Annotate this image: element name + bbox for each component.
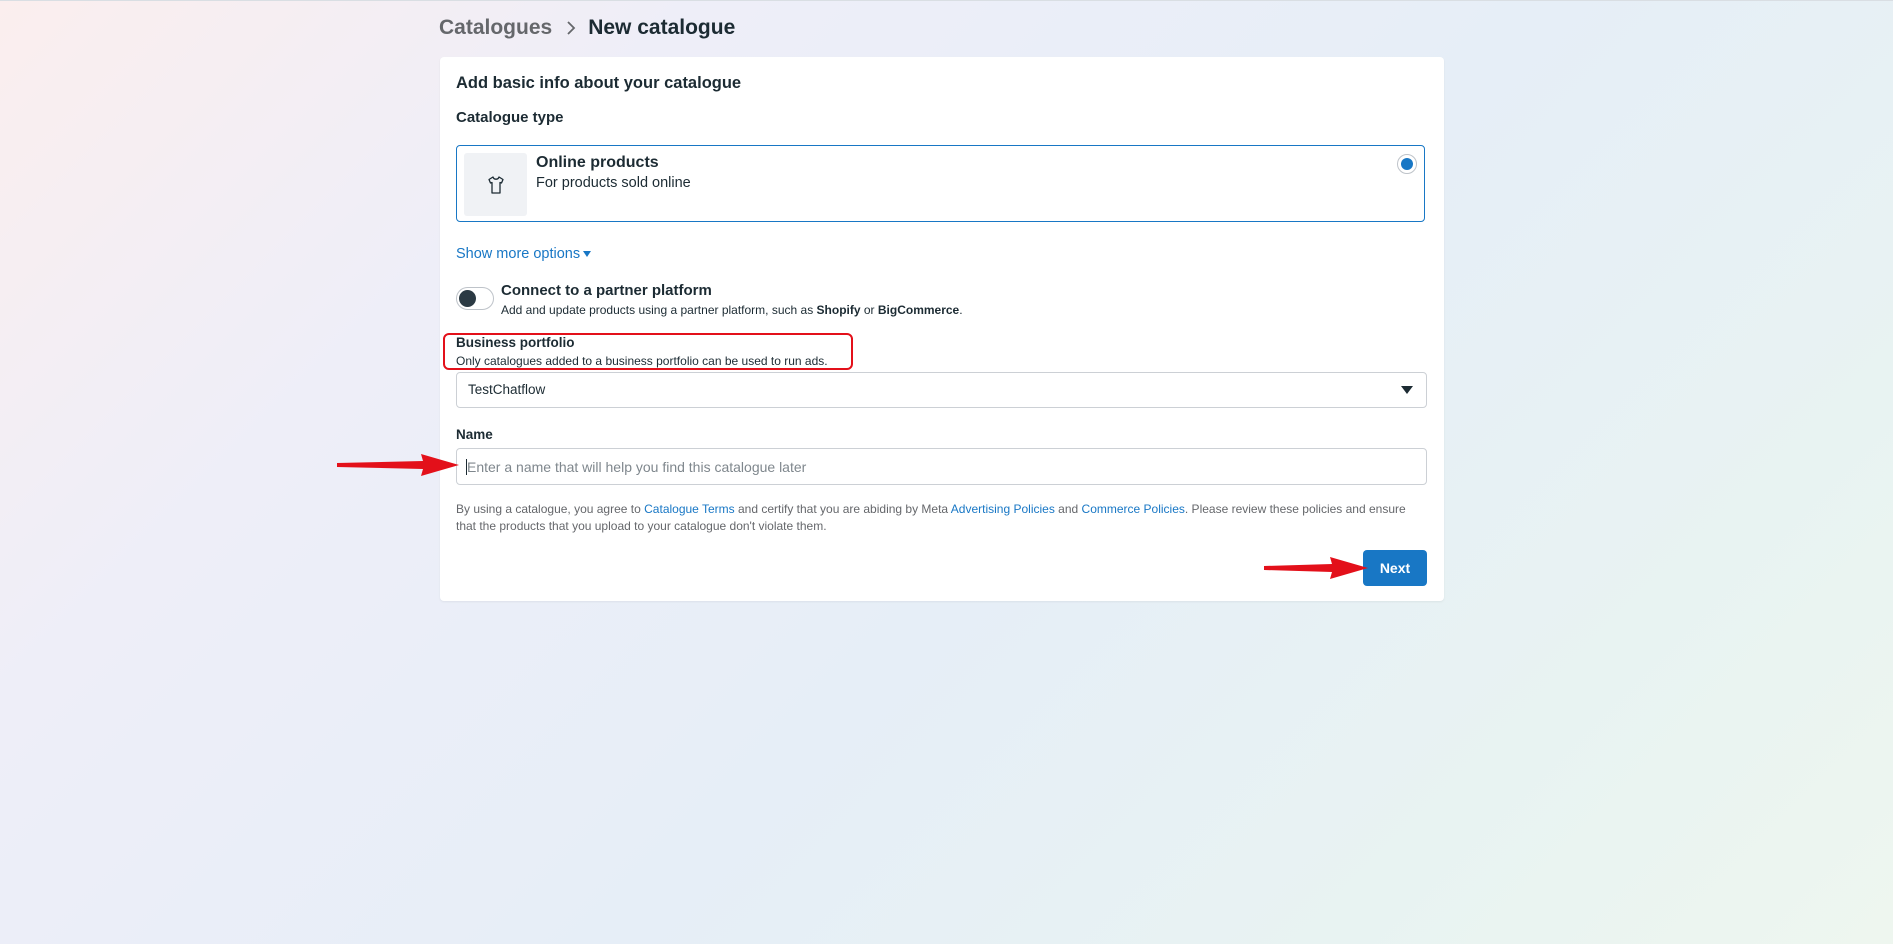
partner-platform-toggle[interactable] <box>456 287 494 310</box>
t-shirt-icon <box>464 153 527 216</box>
commerce-policies-link[interactable]: Commerce Policies <box>1082 502 1185 516</box>
chevron-right-icon <box>566 21 576 35</box>
caret-down-icon <box>583 251 592 257</box>
partner-bigcommerce: BigCommerce <box>877 303 960 317</box>
caret-down-icon <box>1401 386 1413 394</box>
catalogue-type-label: Catalogue type <box>456 109 564 126</box>
business-portfolio-select[interactable]: TestChatflow <box>456 372 1427 408</box>
advertising-policies-link[interactable]: Advertising Policies <box>951 502 1055 516</box>
partner-shopify: Shopify <box>816 303 861 317</box>
partner-platform-description: Add and update products using a partner … <box>501 303 963 317</box>
catalogue-type-description: For products sold online <box>536 175 691 191</box>
next-button[interactable]: Next <box>1363 550 1427 586</box>
partner-desc-suffix: . <box>959 303 963 317</box>
show-more-options-link[interactable]: Show more options <box>456 246 592 262</box>
top-divider <box>0 0 1893 1</box>
business-portfolio-value: TestChatflow <box>468 382 546 397</box>
catalogue-name-input[interactable] <box>456 448 1427 485</box>
business-portfolio-label: Business portfolio <box>456 335 575 350</box>
breadcrumb-catalogues-link[interactable]: Catalogues <box>439 16 552 40</box>
catalogue-type-online-products[interactable]: Online products For products sold online <box>456 145 1425 222</box>
show-more-options-label: Show more options <box>456 246 581 262</box>
catalogue-form-card: Add basic info about your catalogue Cata… <box>440 57 1444 601</box>
terms-text-2: and certify that you are abiding by Meta <box>734 502 951 516</box>
catalogue-terms-link[interactable]: Catalogue Terms <box>644 502 735 516</box>
partner-platform-title: Connect to a partner platform <box>501 282 712 299</box>
annotation-arrow-next-button <box>1264 557 1368 579</box>
breadcrumb: Catalogues New catalogue <box>439 16 735 40</box>
text-cursor <box>466 459 467 475</box>
terms-notice: By using a catalogue, you agree to Catal… <box>456 501 1426 535</box>
catalogue-type-radio[interactable] <box>1397 154 1417 174</box>
partner-desc-text: Add and update products using a partner … <box>501 303 817 317</box>
annotation-arrow-name-field <box>337 454 459 476</box>
radio-selected-dot <box>1401 158 1413 170</box>
partner-desc-or: or <box>860 303 878 317</box>
page-title: New catalogue <box>588 16 736 39</box>
business-portfolio-description: Only catalogues added to a business port… <box>456 354 828 368</box>
terms-text-3: and <box>1054 502 1082 516</box>
terms-text-1: By using a catalogue, you agree to <box>456 502 645 516</box>
toggle-knob <box>459 290 476 307</box>
catalogue-type-title: Online products <box>536 154 659 171</box>
name-label: Name <box>456 427 493 442</box>
form-title: Add basic info about your catalogue <box>456 74 742 92</box>
